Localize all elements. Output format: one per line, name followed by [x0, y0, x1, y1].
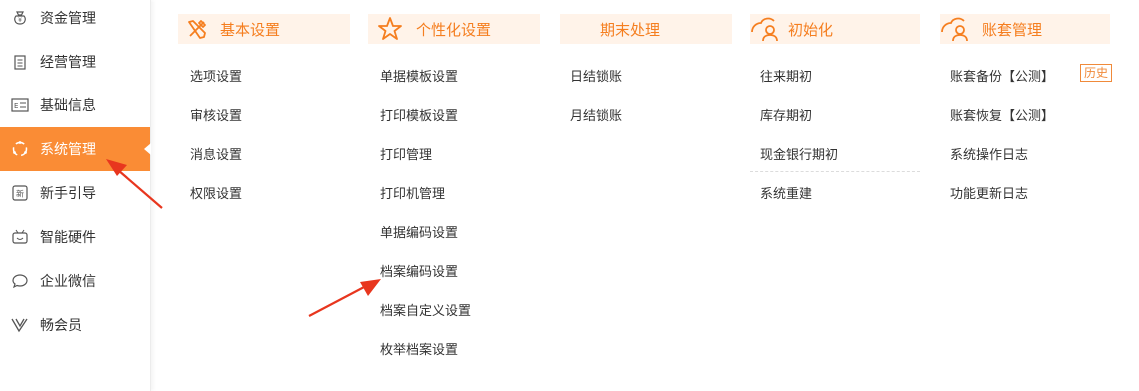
- chat-bubble-icon: [11, 272, 29, 290]
- menu-item-archive-code[interactable]: 档案编码设置: [380, 261, 458, 280]
- sidebar-item-wecom[interactable]: 企业微信: [0, 259, 150, 303]
- menu-item-backup[interactable]: 账套备份【公测】: [950, 66, 1054, 85]
- cloud-person-icon: [750, 16, 784, 42]
- menu-item-print-management[interactable]: 打印管理: [380, 144, 432, 163]
- menu-item-audit[interactable]: 审核设置: [190, 105, 242, 124]
- sidebar-item-operations[interactable]: 经营管理: [0, 40, 150, 84]
- sidebar-item-label: 经营管理: [40, 55, 96, 71]
- divider: [750, 171, 920, 172]
- section-header-period-end: 期末处理: [560, 14, 732, 44]
- menu-item-print-template[interactable]: 打印模板设置: [380, 105, 458, 124]
- menu-item-operation-log[interactable]: 系统操作日志: [950, 144, 1028, 163]
- money-bag-icon: ¥: [11, 9, 29, 27]
- sidebar-item-system-management[interactable]: 系统管理: [0, 127, 151, 171]
- svg-text:E: E: [14, 102, 18, 110]
- menu-item-messages[interactable]: 消息设置: [190, 144, 242, 163]
- section-header-basic-settings: 基本设置: [178, 14, 350, 44]
- menu-item-inventory-opening[interactable]: 库存期初: [760, 105, 812, 124]
- sidebar-item-label: 智能硬件: [40, 230, 96, 246]
- sidebar-item-label: 基础信息: [40, 98, 96, 114]
- sidebar-item-label: 畅会员: [40, 318, 82, 334]
- star-icon: [376, 17, 406, 41]
- section-title: 初始化: [788, 20, 834, 39]
- sidebar-item-funds[interactable]: ¥ 资金管理: [0, 0, 150, 40]
- menu-item-options[interactable]: 选项设置: [190, 66, 242, 85]
- sidebar-item-label: 资金管理: [40, 11, 96, 27]
- sidebar-item-smart-hardware[interactable]: 智能硬件: [0, 215, 150, 259]
- menu-item-permissions[interactable]: 权限设置: [190, 183, 242, 202]
- menu-item-doc-template[interactable]: 单据模板设置: [380, 66, 458, 85]
- section-title: 期末处理: [600, 20, 661, 39]
- clipboard-icon: [11, 53, 29, 71]
- menu-item-update-log[interactable]: 功能更新日志: [950, 183, 1028, 202]
- menu-item-printer-management[interactable]: 打印机管理: [380, 183, 445, 202]
- menu-item-cash-bank-opening[interactable]: 现金银行期初: [760, 144, 838, 163]
- section-header-account-set: 账套管理: [940, 14, 1110, 44]
- menu-item-archive-custom[interactable]: 档案自定义设置: [380, 300, 471, 319]
- menu-item-daily-lock[interactable]: 日结锁账: [570, 66, 622, 85]
- section-title: 账套管理: [982, 20, 1043, 39]
- section-title: 个性化设置: [416, 20, 492, 39]
- id-card-icon: E: [11, 96, 29, 114]
- svg-text:¥: ¥: [18, 17, 22, 24]
- arrow-to-archive-code: [308, 279, 381, 317]
- tv-robot-icon: [11, 228, 29, 246]
- section-header-initialization: 初始化: [750, 14, 920, 44]
- menu-item-system-rebuild[interactable]: 系统重建: [760, 183, 812, 202]
- sidebar-item-beginner-guide[interactable]: 新 新手引导: [0, 171, 150, 215]
- menu-item-enum-archive[interactable]: 枚举档案设置: [380, 339, 458, 358]
- section-header-personalization: 个性化设置: [368, 14, 540, 44]
- cloud-person-icon: [940, 16, 974, 42]
- menu-item-monthly-lock[interactable]: 月结锁账: [570, 105, 622, 124]
- menu-item-restore[interactable]: 账套恢复【公测】: [950, 105, 1054, 124]
- sidebar-item-basic-info[interactable]: E 基础信息: [0, 83, 150, 127]
- menu-item-doc-code[interactable]: 单据编码设置: [380, 222, 458, 241]
- history-badge[interactable]: 历史: [1080, 64, 1113, 82]
- menu-item-ar-ap-opening[interactable]: 往来期初: [760, 66, 812, 85]
- section-title: 基本设置: [220, 20, 281, 39]
- sidebar-item-label: 企业微信: [40, 274, 96, 290]
- svg-text:新: 新: [16, 189, 24, 199]
- system-cycle-icon: [11, 140, 29, 158]
- new-badge-icon: 新: [11, 184, 29, 202]
- sidebar-item-vip[interactable]: 畅会员: [0, 303, 150, 347]
- tools-icon: [186, 18, 210, 40]
- sidebar-item-label: 新手引导: [40, 186, 96, 202]
- sidebar-item-label: 系统管理: [40, 142, 96, 158]
- sidebar: ¥ 资金管理 经营管理 E 基础信息 系统管理 新 新手引导 智能硬件 企业微信…: [0, 0, 151, 391]
- vip-v-icon: [11, 316, 29, 334]
